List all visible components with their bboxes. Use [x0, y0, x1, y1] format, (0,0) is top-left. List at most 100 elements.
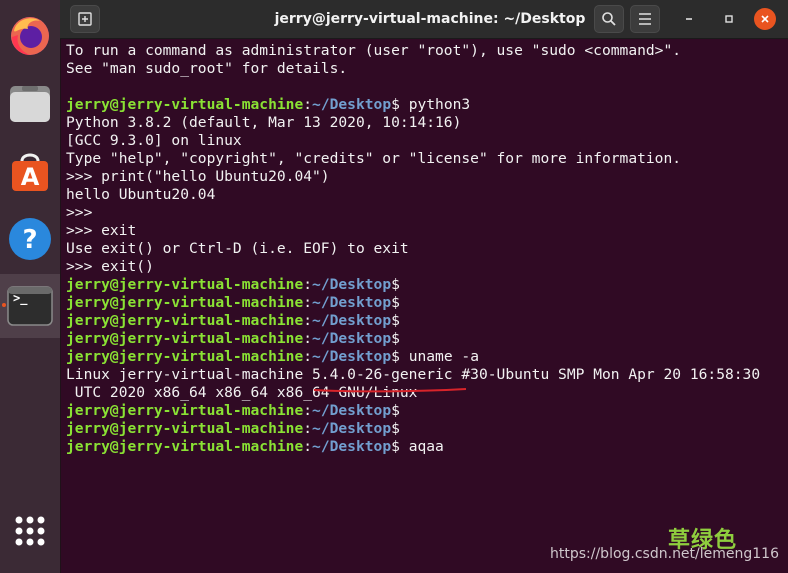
firefox-icon[interactable]	[7, 12, 53, 58]
prompt-separator: :	[303, 402, 313, 419]
terminal-line: Use exit() or Ctrl-D (i.e. EOF) to exit	[66, 240, 786, 258]
prompt-separator: :	[303, 330, 313, 347]
prompt-path: ~/Desktop	[312, 402, 392, 419]
files-icon[interactable]	[7, 80, 53, 126]
prompt-sign: $	[391, 420, 400, 437]
prompt-user: jerry@jerry-virtual-machine	[66, 402, 304, 419]
terminal-line: jerry@jerry-virtual-machine:~/Desktop$ u…	[66, 348, 786, 366]
kernel-version: 5.4.0-26-generic	[312, 366, 453, 383]
watermark-url: https://blog.csdn.net/lemeng116	[550, 546, 779, 562]
prompt-separator: :	[303, 312, 313, 329]
output-text: >>> print("hello Ubuntu20.04")	[66, 168, 330, 185]
terminal-line: See "man sudo_root" for details.	[66, 60, 786, 78]
terminal-icon-glyph: >_	[13, 291, 28, 305]
terminal-line: >>> exit	[66, 222, 786, 240]
output-text: >>> exit()	[66, 258, 154, 275]
output-text: #30-Ubuntu SMP Mon Apr 20 16:58:30	[452, 366, 761, 383]
terminal-line: jerry@jerry-virtual-machine:~/Desktop$	[66, 330, 786, 348]
prompt-sign: $	[391, 96, 400, 113]
terminal-line: Python 3.8.2 (default, Mar 13 2020, 10:1…	[66, 114, 786, 132]
prompt-separator: :	[303, 438, 313, 455]
terminal-line: To run a command as administrator (user …	[66, 42, 786, 60]
prompt-sign: $	[391, 330, 400, 347]
svg-text:?: ?	[22, 225, 37, 255]
output-text: See "man sudo_root" for details.	[66, 60, 348, 77]
command-text: aqaa	[399, 438, 444, 455]
output-text: >>> exit	[66, 222, 137, 239]
command-text: uname -a	[399, 348, 479, 365]
terminal-line: [GCC 9.3.0] on linux	[66, 132, 786, 150]
new-tab-icon	[78, 12, 92, 26]
output-text: Linux jerry-virtual-machine	[66, 366, 313, 383]
show-apps-icon[interactable]	[7, 508, 53, 554]
terminal-output[interactable]: To run a command as administrator (user …	[66, 42, 786, 462]
prompt-path: ~/Desktop	[312, 312, 392, 329]
terminal-line: jerry@jerry-virtual-machine:~/Desktop$ p…	[66, 96, 786, 114]
terminal-line: jerry@jerry-virtual-machine:~/Desktop$	[66, 420, 786, 438]
dock: A ? >_	[0, 0, 61, 573]
prompt-path: ~/Desktop	[312, 348, 392, 365]
minimize-icon	[686, 18, 692, 20]
maximize-button[interactable]	[714, 5, 744, 33]
terminal-line: Linux jerry-virtual-machine 5.4.0-26-gen…	[66, 366, 786, 384]
terminal-line: hello Ubuntu20.04	[66, 186, 786, 204]
prompt-user: jerry@jerry-virtual-machine	[66, 420, 304, 437]
prompt-user: jerry@jerry-virtual-machine	[66, 312, 304, 329]
red-underline-annotation	[313, 388, 467, 393]
prompt-sign: $	[391, 348, 400, 365]
maximize-icon	[725, 15, 733, 23]
prompt-separator: :	[303, 96, 313, 113]
new-tab-button[interactable]	[70, 5, 100, 33]
terminal-line: jerry@jerry-virtual-machine:~/Desktop$ a…	[66, 438, 786, 456]
minimize-button[interactable]	[674, 5, 704, 33]
prompt-path: ~/Desktop	[312, 276, 392, 293]
output-text: hello Ubuntu20.04	[66, 186, 216, 203]
window-title: jerry@jerry-virtual-machine: ~/Desktop	[274, 11, 586, 27]
prompt-sign: $	[391, 276, 400, 293]
terminal-line: >>> print("hello Ubuntu20.04")	[66, 168, 786, 186]
prompt-sign: $	[391, 402, 400, 419]
command-text: python3	[399, 96, 471, 113]
menu-button[interactable]	[630, 5, 660, 33]
prompt-user: jerry@jerry-virtual-machine	[66, 348, 304, 365]
prompt-sign: $	[391, 294, 400, 311]
prompt-path: ~/Desktop	[312, 330, 392, 347]
prompt-separator: :	[303, 294, 313, 311]
prompt-user: jerry@jerry-virtual-machine	[66, 96, 304, 113]
output-text: >>>	[66, 204, 93, 221]
software-icon[interactable]: A	[7, 148, 53, 194]
svg-text:A: A	[21, 163, 40, 191]
terminal-line: jerry@jerry-virtual-machine:~/Desktop$	[66, 402, 786, 420]
output-text: Python 3.8.2 (default, Mar 13 2020, 10:1…	[66, 114, 462, 131]
output-text: Use exit() or Ctrl-D (i.e. EOF) to exit	[66, 240, 409, 257]
running-indicator	[2, 303, 6, 307]
search-button[interactable]	[594, 5, 624, 33]
output-text: Type "help", "copyright", "credits" or "…	[66, 150, 682, 167]
prompt-path: ~/Desktop	[312, 294, 392, 311]
window-titlebar[interactable]: jerry@jerry-virtual-machine: ~/Desktop	[60, 0, 788, 39]
prompt-sign: $	[391, 312, 400, 329]
prompt-separator: :	[303, 276, 313, 293]
terminal-line: jerry@jerry-virtual-machine:~/Desktop$	[66, 294, 786, 312]
help-icon[interactable]: ?	[7, 216, 53, 262]
prompt-path: ~/Desktop	[312, 420, 392, 437]
hamburger-icon	[639, 13, 651, 25]
search-icon	[602, 12, 616, 26]
prompt-user: jerry@jerry-virtual-machine	[66, 438, 304, 455]
terminal-line: jerry@jerry-virtual-machine:~/Desktop$	[66, 276, 786, 294]
terminal-line: jerry@jerry-virtual-machine:~/Desktop$	[66, 312, 786, 330]
prompt-user: jerry@jerry-virtual-machine	[66, 276, 304, 293]
prompt-separator: :	[303, 420, 313, 437]
terminal-line: >>> exit()	[66, 258, 786, 276]
prompt-path: ~/Desktop	[312, 96, 392, 113]
prompt-path: ~/Desktop	[312, 438, 392, 455]
close-button[interactable]	[754, 8, 776, 30]
close-icon	[761, 15, 769, 23]
prompt-separator: :	[303, 348, 313, 365]
terminal-line: >>>	[66, 204, 786, 222]
output-text: [GCC 9.3.0] on linux	[66, 132, 242, 149]
prompt-user: jerry@jerry-virtual-machine	[66, 330, 304, 347]
terminal-icon[interactable]: >_	[0, 274, 60, 338]
terminal-line: Type "help", "copyright", "credits" or "…	[66, 150, 786, 168]
